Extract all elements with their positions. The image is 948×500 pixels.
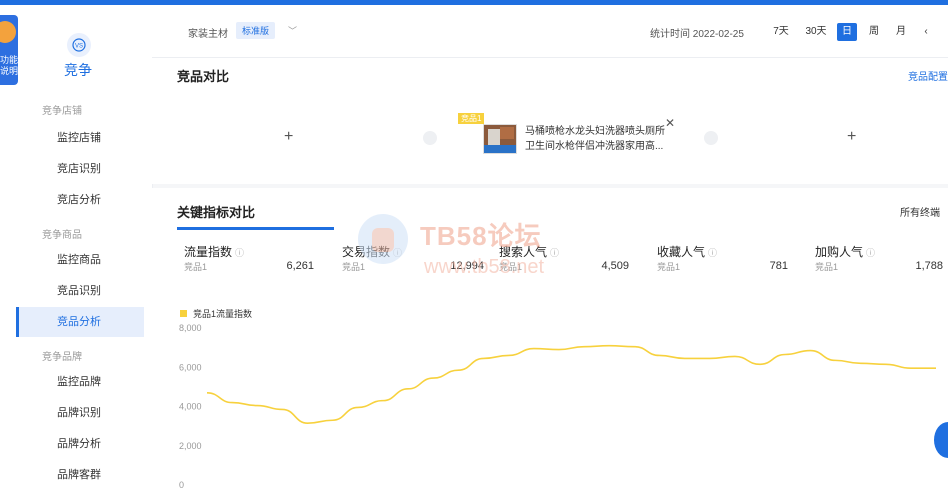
metric-traffic[interactable]: 流量指数 ⓘ 竞品1 6,261	[184, 243, 314, 283]
chevron-down-icon[interactable]: ﹀	[288, 24, 297, 37]
metric-sub: 竞品1	[184, 262, 208, 272]
range-week-button[interactable]: 周	[866, 23, 882, 41]
vs-small-icon	[704, 131, 718, 145]
svg-text:VS: VS	[75, 44, 83, 50]
range-7d-button[interactable]: 7天	[772, 23, 790, 41]
product-tag: 竞品1	[458, 113, 485, 124]
metric-label: 交易指数	[342, 245, 391, 259]
help-icon[interactable]: ⓘ	[550, 248, 559, 258]
y-tick-label: 8,000	[179, 323, 202, 333]
add-competitor-1-plus-icon[interactable]: +	[284, 128, 293, 146]
metric-sub: 竞品1	[499, 262, 523, 272]
edition-badge[interactable]: 标准版	[236, 22, 276, 39]
sidebar-item-brand-analysis[interactable]: 品牌分析	[16, 429, 144, 459]
group-label-brands: 竞争品牌	[42, 352, 82, 363]
metric-label: 流量指数	[184, 245, 233, 259]
competitor-config-link[interactable]: 竞品配置	[908, 68, 948, 83]
metric-trade[interactable]: 交易指数 ⓘ 竞品1 12,994	[342, 243, 484, 283]
terminal-select[interactable]: 所有终端	[900, 204, 940, 219]
metric-cart[interactable]: 加购人气 ⓘ 竞品1 1,788	[815, 243, 943, 283]
header-bar: 家装主材 标准版 ﹀ 统计时间 2022-02-25 7天 30天 日 周 月 …	[152, 5, 948, 58]
sidebar-item-brand-audience[interactable]: 品牌客群	[16, 460, 144, 490]
metric-value: 781	[769, 260, 788, 272]
metric-sub: 竞品1	[342, 262, 366, 272]
help-icon[interactable]: ⓘ	[393, 248, 402, 258]
sidebar-item-monitor-brands[interactable]: 监控品牌	[16, 367, 144, 397]
tab-underline	[177, 227, 334, 230]
sidebar-item-monitor-shops[interactable]: 监控店铺	[16, 123, 144, 153]
help-icon[interactable]: ⓘ	[235, 248, 244, 258]
sidebar-item-shop-identify[interactable]: 竞店识别	[16, 154, 144, 184]
metric-label: 收藏人气	[657, 245, 706, 259]
sidebar-item-product-analysis[interactable]: 竞品分析	[16, 307, 144, 337]
help-icon[interactable]: ⓘ	[708, 248, 717, 258]
stat-time: 统计时间 2022-02-25	[650, 29, 744, 40]
feature-help-text: 功能 说明	[0, 55, 18, 76]
metric-value: 4,509	[601, 260, 629, 272]
product-thumbnail	[483, 124, 517, 154]
metric-value: 12,994	[450, 260, 484, 272]
range-day-button[interactable]: 日	[837, 23, 857, 41]
metric-search[interactable]: 搜索人气 ⓘ 竞品1 4,509	[499, 243, 629, 283]
compare-title: 竞品对比	[177, 69, 230, 84]
series-line	[206, 344, 937, 424]
group-label-shops: 竞争店铺	[42, 106, 82, 117]
sidebar-item-brand-identify[interactable]: 品牌识别	[16, 398, 144, 428]
metric-sub: 竞品1	[657, 262, 681, 272]
product-name[interactable]: 马桶喷枪水龙头妇洗器喷头厕所卫生间水枪伴侣冲洗器家用高...	[525, 124, 665, 154]
metric-label: 加购人气	[815, 245, 864, 259]
metric-value: 1,788	[915, 260, 943, 272]
y-tick-label: 0	[179, 480, 184, 490]
tab-key-metrics[interactable]: 关键指标对比	[177, 202, 255, 221]
sidebar-item-product-identify[interactable]: 竞品识别	[16, 276, 144, 306]
add-competitor-2-plus-icon[interactable]: +	[847, 128, 856, 146]
sidebar-title: 竞争	[64, 62, 92, 78]
mascot-icon	[0, 21, 16, 43]
category-label: 家装主材	[188, 29, 228, 40]
range-month-button[interactable]: 月	[893, 23, 909, 41]
metric-value: 6,261	[286, 260, 314, 272]
legend-swatch	[180, 310, 187, 317]
range-30d-button[interactable]: 30天	[804, 23, 828, 41]
close-icon[interactable]: ✕	[665, 116, 675, 130]
sidebar-item-shop-analysis[interactable]: 竞店分析	[16, 185, 144, 215]
compare-card: 竞品对比 竞品配置 + 竞品1 马桶喷枪水龙头妇洗器喷头厕所卫生间水枪伴侣冲洗器…	[152, 58, 948, 184]
y-tick-label: 2,000	[179, 441, 202, 451]
y-tick-label: 4,000	[179, 402, 202, 412]
vs-icon: VS	[67, 33, 91, 57]
group-label-products: 竞争商品	[42, 230, 82, 241]
vs-small-icon	[423, 131, 437, 145]
metric-favorite[interactable]: 收藏人气 ⓘ 竞品1 781	[657, 243, 788, 283]
metric-sub: 竞品1	[815, 262, 839, 272]
sidebar: 功能 说明 VS 竞争 竞争店铺 监控店铺 竞店识别 竞店分析 竞争商品 监控商品…	[0, 5, 153, 500]
sidebar-item-monitor-products[interactable]: 监控商品	[16, 245, 144, 275]
help-icon[interactable]: ⓘ	[866, 248, 875, 258]
metric-label: 搜索人气	[499, 245, 548, 259]
prev-arrow-icon[interactable]: ‹	[920, 23, 932, 41]
feature-help-badge[interactable]: 功能 说明	[0, 15, 18, 85]
y-tick-label: 6,000	[179, 362, 202, 372]
metrics-card: 关键指标对比 所有终端 流量指数 ⓘ 竞品1 6,261 交易指数 ⓘ 竞品1 12…	[152, 188, 948, 500]
traffic-line-chart: 8,000 6,000 4,000 2,000 0	[179, 323, 937, 490]
